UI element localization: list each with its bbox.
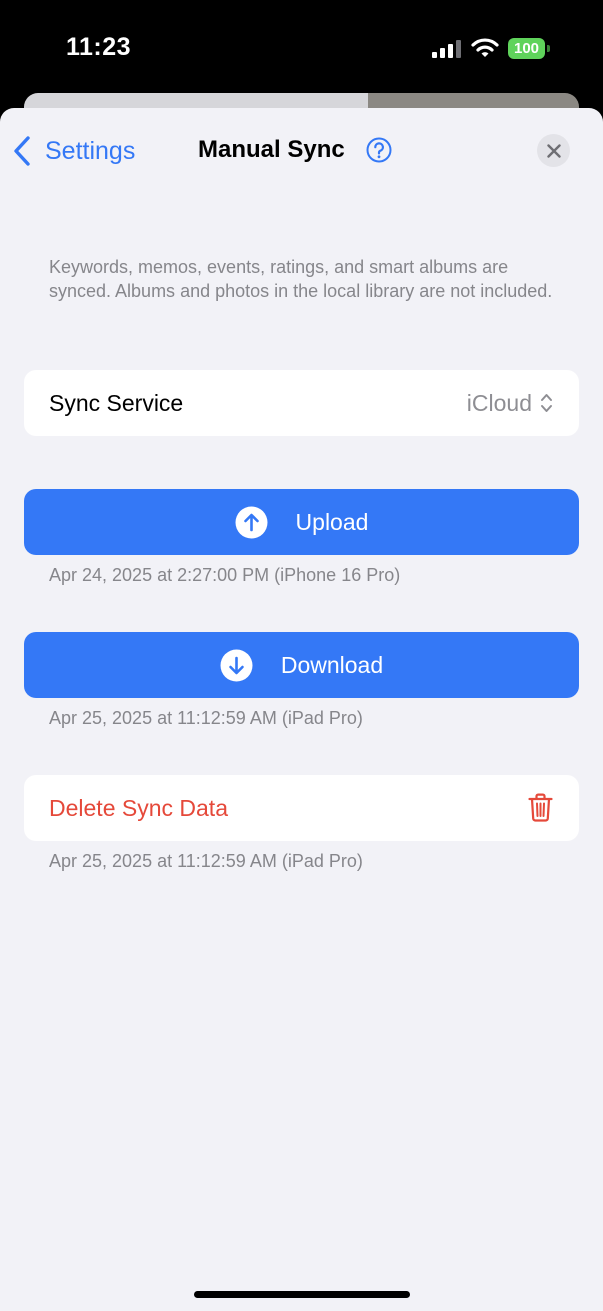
battery-level: 100 xyxy=(508,38,545,59)
help-icon[interactable] xyxy=(366,137,392,163)
chevron-left-icon xyxy=(14,136,30,166)
sync-service-value: iCloud xyxy=(466,389,532,416)
page-title: Manual Sync xyxy=(198,136,345,163)
chevron-up-down-icon xyxy=(541,394,552,412)
arrow-up-circle-icon xyxy=(235,506,268,538)
delete-timestamp: Apr 25, 2025 at 11:12:59 AM (iPad Pro) xyxy=(49,851,363,871)
status-bar: 11:23 100 xyxy=(0,0,603,100)
status-time: 11:23 xyxy=(66,33,132,61)
back-button-label: Settings xyxy=(45,136,136,165)
download-button-label: Download xyxy=(280,651,384,678)
arrow-down-circle-icon xyxy=(220,649,253,681)
upload-button-label: Upload xyxy=(295,508,369,535)
delete-sync-data-label: Delete Sync Data xyxy=(49,795,228,821)
sync-service-row: Sync Service iCloud xyxy=(24,370,579,436)
upload-button[interactable]: Upload xyxy=(24,489,579,555)
close-button[interactable] xyxy=(537,134,570,167)
delete-sync-data-button[interactable]: Delete Sync Data xyxy=(24,775,579,841)
sync-service-picker[interactable]: iCloud xyxy=(467,370,553,436)
home-indicator[interactable] xyxy=(194,1291,410,1298)
battery-tip xyxy=(547,45,550,52)
trash-icon xyxy=(528,793,553,822)
signal-icon xyxy=(432,40,461,58)
wifi-icon xyxy=(471,38,499,57)
upload-timestamp: Apr 24, 2025 at 2:27:00 PM (iPhone 16 Pr… xyxy=(49,565,401,585)
sync-description: Keywords, memos, events, ratings, and sm… xyxy=(49,257,553,301)
sync-service-label: Sync Service xyxy=(49,390,184,416)
manual-sync-sheet: Settings Manual Sync Keywords, memos, ev… xyxy=(0,108,603,1311)
download-button[interactable]: Download xyxy=(24,632,579,698)
download-timestamp: Apr 25, 2025 at 11:12:59 AM (iPad Pro) xyxy=(49,708,363,728)
close-icon xyxy=(546,143,561,158)
battery-icon: 100 xyxy=(508,38,550,59)
back-button[interactable]: Settings xyxy=(13,135,135,167)
